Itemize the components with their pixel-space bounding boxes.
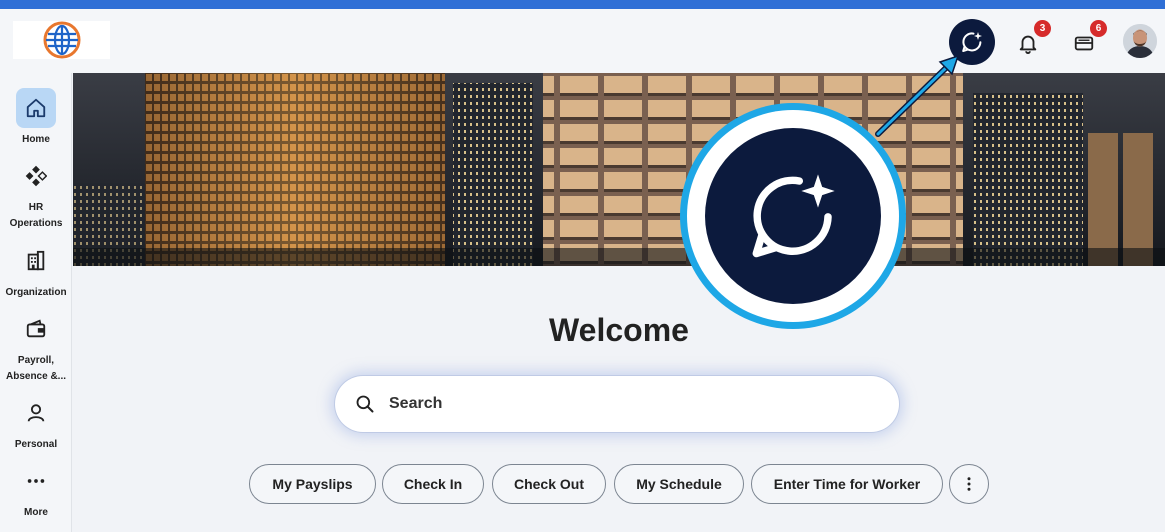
- my-payslips-button[interactable]: My Payslips: [249, 464, 376, 504]
- sidebar-item-hr-operations[interactable]: HR Operations: [0, 156, 72, 232]
- top-header: 3 6: [0, 9, 1165, 73]
- ellipsis-icon: [16, 461, 56, 501]
- sidebar-item-label: Personal: [14, 439, 58, 450]
- building-icon: [16, 241, 56, 281]
- city-skyline-image: [73, 73, 1165, 266]
- search-placeholder: Search: [389, 395, 443, 412]
- top-accent-bar: [0, 0, 1165, 9]
- assistant-zoom-callout: [680, 103, 906, 329]
- sidebar: Home HR Operations Organization Payroll,…: [0, 73, 72, 532]
- globe-logo-icon: [43, 21, 80, 59]
- inbox-button[interactable]: 6: [1068, 19, 1108, 59]
- sidebar-item-more[interactable]: More: [0, 461, 72, 521]
- notifications-button[interactable]: 3: [1012, 19, 1052, 59]
- sidebar-item-label: Organization: [5, 287, 67, 298]
- home-icon: [16, 88, 56, 128]
- enter-time-for-worker-button[interactable]: Enter Time for Worker: [751, 464, 943, 504]
- wallet-icon: [16, 309, 56, 349]
- vertical-ellipsis-icon: [967, 477, 971, 491]
- my-schedule-button[interactable]: My Schedule: [614, 464, 744, 504]
- sidebar-item-personal[interactable]: Personal: [0, 393, 72, 453]
- search-bar[interactable]: Search: [335, 376, 899, 432]
- callout-arrow: [875, 54, 960, 137]
- user-photo: [1123, 24, 1157, 58]
- user-avatar[interactable]: [1123, 24, 1157, 58]
- company-logo[interactable]: [13, 21, 110, 59]
- sidebar-item-payroll[interactable]: Payroll, Absence &...: [0, 309, 72, 385]
- sidebar-item-label: Home: [22, 134, 50, 145]
- check-out-button[interactable]: Check Out: [492, 464, 606, 504]
- chat-sparkle-icon: [752, 174, 835, 258]
- search-icon: [356, 395, 374, 413]
- sidebar-item-label: Payroll, Absence &...: [5, 355, 67, 382]
- sidebar-item-home[interactable]: Home: [0, 88, 72, 148]
- hero-banner-image: [73, 73, 1165, 266]
- inbox-count-badge: 6: [1089, 19, 1108, 38]
- check-in-button[interactable]: Check In: [382, 464, 484, 504]
- welcome-heading: Welcome: [549, 312, 689, 348]
- person-icon: [16, 393, 56, 433]
- sidebar-item-organization[interactable]: Organization: [0, 241, 72, 301]
- sidebar-item-label: HR Operations: [9, 202, 63, 229]
- sidebar-item-label: More: [24, 507, 48, 518]
- more-actions-button[interactable]: [949, 464, 989, 504]
- diamond-grid-icon: [16, 156, 56, 196]
- notifications-count-badge: 3: [1033, 19, 1052, 38]
